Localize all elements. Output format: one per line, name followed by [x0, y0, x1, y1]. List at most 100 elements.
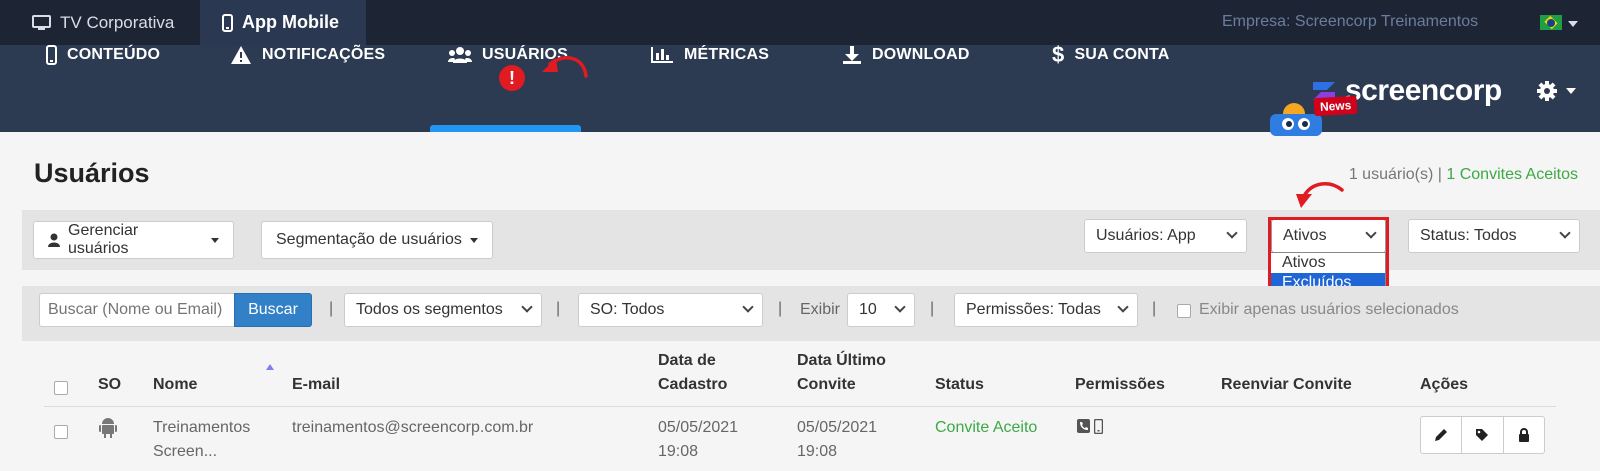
user-count-text: 1 usuário(s) — [1348, 166, 1434, 183]
segments-select-value: Todos os segmentos — [356, 301, 503, 318]
settings-menu[interactable] — [1536, 80, 1582, 107]
lock-icon — [1518, 428, 1529, 442]
only-selected-checkbox[interactable] — [1177, 304, 1191, 318]
column-header-name[interactable]: Nome — [153, 373, 197, 397]
column-header-last-invite[interactable]: Data Último Convite — [797, 349, 886, 397]
users-app-select-value: Usuários: App — [1096, 227, 1196, 244]
tag-button[interactable] — [1462, 417, 1504, 453]
permissions-select[interactable]: Permissões: Todas — [954, 293, 1138, 327]
segments-select[interactable]: Todos os segmentos — [344, 293, 542, 327]
manage-users-button[interactable]: Gerenciar usuários — [33, 221, 234, 259]
nav-item-metricas[interactable]: MÉTRICAS — [650, 44, 769, 66]
column-header-created[interactable]: Data de Cadastro — [658, 349, 727, 397]
news-badge[interactable]: News — [1313, 95, 1358, 117]
alert-badge: ! — [499, 65, 525, 91]
nav-item-sua-conta-label: SUA CONTA — [1074, 46, 1170, 63]
separator: | — [778, 300, 783, 317]
column-header-permissions: Permissões — [1075, 376, 1165, 393]
nav-item-sua-conta[interactable]: $ SUA CONTA — [1052, 42, 1170, 67]
row-name-line1: Treinamentos — [153, 419, 251, 436]
row-checkbox[interactable] — [54, 425, 68, 439]
nav-item-download[interactable]: DOWNLOAD — [842, 44, 970, 66]
divider: | — [1437, 166, 1442, 183]
only-selected-label: Exibir apenas usuários selecionados — [1199, 301, 1459, 318]
brazil-flag-icon[interactable] — [1540, 15, 1562, 30]
users-app-select[interactable]: Usuários: App — [1084, 219, 1247, 253]
column-header-resend: Reenviar Convite — [1221, 376, 1352, 393]
column-header-email[interactable]: E-mail — [292, 373, 340, 397]
search-button[interactable]: Buscar — [234, 293, 312, 327]
status-select-value: Status: Todos — [1420, 227, 1517, 244]
row-last-invite: 05/05/2021 19:08 — [797, 416, 877, 464]
page-size-select-value: 10 — [859, 301, 877, 318]
column-header-created-line2: Cadastro — [658, 376, 728, 393]
company-name: Empresa: Screencorp Treinamentos — [1222, 13, 1479, 30]
column-header-so: SO — [98, 376, 122, 393]
separator: | — [329, 300, 334, 317]
nav-item-conteudo[interactable]: CONTEÚDO — [46, 44, 160, 66]
top-bar: TV Corporativa App Mobile Empresa: Scree… — [0, 0, 1600, 45]
row-invite-time: 19:08 — [797, 443, 838, 460]
page-title: Usuários — [34, 158, 150, 188]
phone-icon — [1077, 419, 1090, 439]
os-select[interactable]: SO: Todos — [578, 293, 763, 327]
pencil-icon — [1435, 429, 1448, 441]
user-segmentation-label: Segmentação de usuários — [276, 231, 462, 248]
os-select-value: SO: Todos — [590, 301, 665, 318]
tab-tv-corporativa[interactable]: TV Corporativa — [32, 0, 174, 45]
annotation-arrow-icon — [542, 56, 588, 78]
search-input[interactable] — [39, 293, 234, 327]
chevron-down-icon — [1226, 227, 1238, 239]
column-header-created-line1: Data de — [658, 352, 716, 369]
chevron-down-icon — [894, 301, 906, 313]
column-header-last-invite-line1: Data Último — [797, 352, 886, 369]
warning-icon — [230, 45, 252, 65]
caret-down-icon — [469, 237, 478, 243]
users-icon — [448, 46, 472, 64]
chevron-down-icon — [742, 301, 754, 313]
row-name: Treinamentos Screen... — [153, 416, 250, 464]
smartphone-icon — [46, 45, 57, 65]
chevron-down-icon[interactable] — [1568, 21, 1578, 27]
select-all-checkbox[interactable] — [54, 381, 68, 395]
user-segmentation-button[interactable]: Segmentação de usuários — [261, 221, 493, 259]
lock-button[interactable] — [1504, 417, 1544, 453]
tab-app-mobile[interactable]: App Mobile — [200, 0, 366, 45]
nav-item-metricas-label: MÉTRICAS — [684, 46, 770, 63]
column-header-last-invite-line2: Convite — [797, 376, 856, 393]
column-header-status[interactable]: Status — [935, 373, 984, 397]
smartphone-icon — [1093, 418, 1104, 439]
separator: | — [930, 300, 935, 317]
user-icon — [48, 233, 60, 247]
accepted-invites-link[interactable]: 1 Convites Aceitos — [1446, 166, 1578, 183]
page-size-label: Exibir — [800, 301, 841, 318]
annotation-arrow-icon — [1296, 182, 1344, 208]
user-count: 1 usuário(s) | 1 Convites Aceitos — [1349, 166, 1578, 184]
row-invite-date: 05/05/2021 — [797, 419, 878, 436]
edit-button[interactable] — [1421, 417, 1463, 453]
tag-icon — [1476, 429, 1489, 441]
logo-text: screencorp — [1345, 74, 1502, 107]
column-header-actions: Ações — [1420, 376, 1469, 393]
manage-users-label: Gerenciar usuários — [68, 222, 139, 257]
page-size-select[interactable]: 10 — [847, 293, 915, 327]
row-status: Convite Aceito — [935, 419, 1038, 436]
row-permissions — [1077, 418, 1104, 439]
chevron-down-icon — [1559, 227, 1571, 239]
android-icon — [98, 416, 118, 443]
nav-item-notificacoes[interactable]: NOTIFICAÇÕES — [230, 44, 385, 66]
sort-ascending-icon — [266, 364, 274, 370]
row-actions — [1420, 416, 1545, 454]
nav-item-conteudo-label: CONTEÚDO — [67, 46, 161, 63]
row-created-date: 05/05/2021 — [658, 419, 739, 436]
permissions-select-value: Permissões: Todas — [966, 301, 1101, 318]
row-email: treinamentos@screencorp.com.br — [292, 419, 534, 436]
nav-item-notificacoes-label: NOTIFICAÇÕES — [262, 46, 386, 63]
row-name-line2: Screen... — [153, 443, 218, 460]
row-created: 05/05/2021 19:08 — [658, 416, 738, 464]
tab-app-mobile-label: App Mobile — [242, 12, 339, 32]
separator: | — [1152, 300, 1157, 317]
status-select[interactable]: Status: Todos — [1408, 219, 1580, 253]
tab-tv-corporativa-label: TV Corporativa — [60, 12, 175, 32]
nav-active-indicator — [430, 125, 581, 132]
